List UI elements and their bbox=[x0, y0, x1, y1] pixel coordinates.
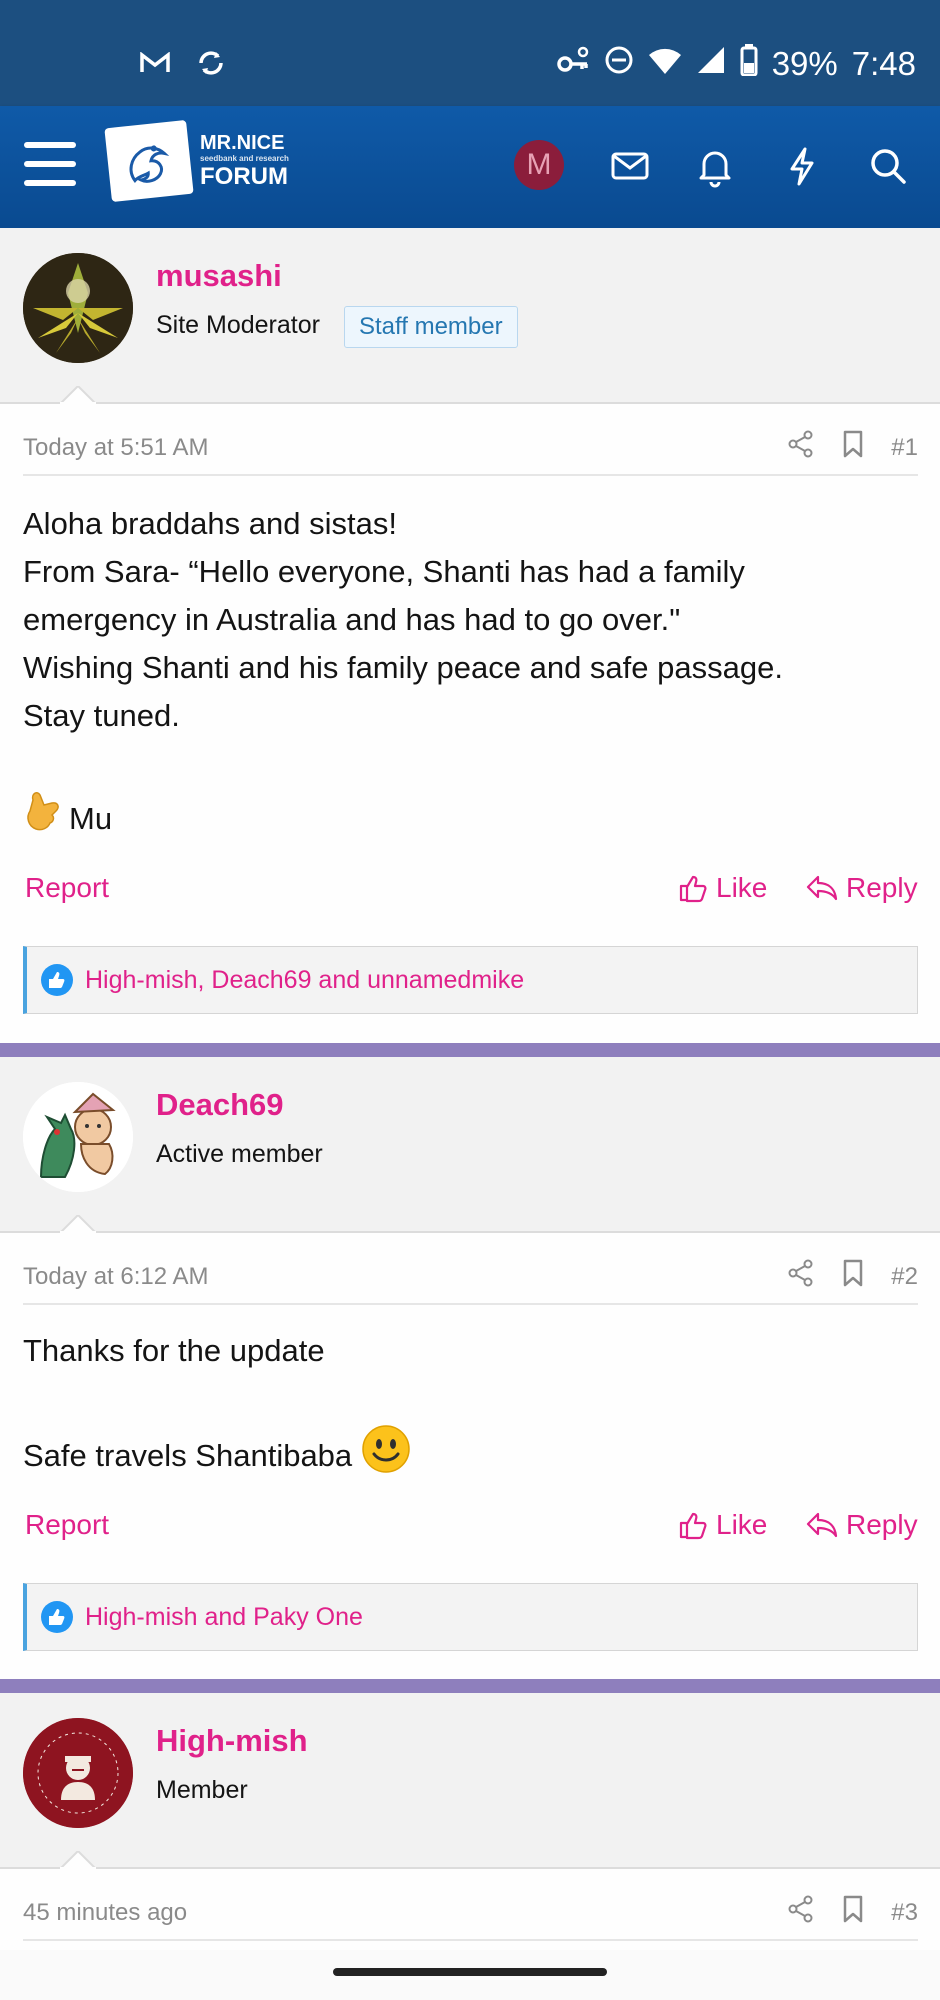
reply-icon bbox=[806, 1512, 838, 1538]
bell-icon[interactable] bbox=[693, 144, 737, 188]
message-line: Thanks for the update bbox=[23, 1333, 325, 1368]
report-link[interactable]: Report bbox=[25, 1509, 109, 1541]
header-pointer bbox=[60, 386, 96, 404]
vpn-key-icon bbox=[556, 45, 590, 83]
logo-mark bbox=[104, 119, 194, 203]
post-separator bbox=[0, 1043, 940, 1057]
forum-logo[interactable]: MR.NICE seedbank and research FORUM bbox=[104, 119, 289, 203]
post-header: High-mish Member bbox=[0, 1693, 940, 1869]
post-body: Today at 6:12 AM #2 Thanks for the updat… bbox=[0, 1233, 940, 1679]
report-link[interactable]: Report bbox=[25, 872, 109, 904]
message-line: From Sara- “Hello everyone, Shanti has h… bbox=[23, 554, 745, 589]
post-username[interactable]: High-mish bbox=[156, 1723, 308, 1759]
avatar[interactable] bbox=[23, 1082, 133, 1192]
reactions-bar[interactable]: High-mish and Paky One bbox=[23, 1583, 918, 1651]
post-separator bbox=[0, 1679, 940, 1693]
battery-icon bbox=[740, 44, 758, 84]
post-username[interactable]: Deach69 bbox=[156, 1087, 284, 1123]
meta-divider bbox=[23, 1939, 918, 1941]
signal-icon bbox=[696, 45, 726, 83]
signature: Mu bbox=[23, 788, 903, 850]
thumbs-up-icon bbox=[679, 1512, 707, 1540]
logo-line2: seedbank and research bbox=[200, 154, 289, 163]
message-line: Stay tuned. bbox=[23, 698, 180, 733]
message-line: emergency in Australia and has had to go… bbox=[23, 602, 681, 637]
thumbs-up-icon bbox=[679, 875, 707, 903]
gmail-icon bbox=[140, 51, 170, 79]
post-message: Thanks for the update bbox=[23, 1327, 903, 1375]
user-role: Active member bbox=[156, 1140, 323, 1168]
app-screen: 39% 7:48 MR.NICE seedbank and research F… bbox=[0, 0, 940, 2000]
reply-label: Reply bbox=[846, 872, 918, 903]
staff-badge: Staff member bbox=[344, 306, 518, 348]
reactions-names[interactable]: High-mish and Paky One bbox=[85, 1603, 363, 1632]
reply-icon bbox=[806, 875, 838, 901]
avatar[interactable] bbox=[23, 253, 133, 363]
bookmark-icon[interactable] bbox=[841, 1895, 865, 1930]
user-role: Member bbox=[156, 1776, 248, 1804]
post-number[interactable]: #3 bbox=[891, 1899, 918, 1927]
status-bar: 39% 7:48 bbox=[0, 0, 940, 106]
clock: 7:48 bbox=[851, 45, 916, 82]
post-header: Deach69 Active member bbox=[0, 1057, 940, 1233]
post-number[interactable]: #1 bbox=[891, 434, 918, 462]
reply-button[interactable]: Reply bbox=[806, 1509, 918, 1541]
search-icon[interactable] bbox=[866, 144, 910, 188]
post-header: musashi Site Moderator Staff member bbox=[0, 228, 940, 404]
message-line: Safe travels Shantibaba bbox=[23, 1438, 353, 1473]
menu-icon[interactable] bbox=[24, 142, 76, 192]
header-pointer bbox=[60, 1851, 96, 1869]
post-message: Safe travels Shantibaba bbox=[23, 1423, 903, 1489]
post-time[interactable]: Today at 5:51 AM bbox=[23, 434, 208, 462]
post-time[interactable]: 45 minutes ago bbox=[23, 1899, 187, 1927]
shaka-emoji-icon bbox=[23, 788, 63, 850]
bookmark-icon[interactable] bbox=[841, 1259, 865, 1294]
signature-text: Mu bbox=[69, 801, 113, 836]
reply-label: Reply bbox=[846, 1509, 918, 1540]
logo-line3: FORUM bbox=[200, 163, 288, 190]
message-line: Aloha braddahs and sistas! bbox=[23, 506, 397, 541]
share-icon[interactable] bbox=[787, 1259, 815, 1294]
lightning-icon[interactable] bbox=[780, 144, 824, 188]
share-icon[interactable] bbox=[787, 430, 815, 465]
like-label: Like bbox=[716, 1509, 768, 1540]
reactions-names[interactable]: High-mish, Deach69 and unnamedmike bbox=[85, 966, 524, 995]
like-reaction-icon bbox=[41, 964, 73, 996]
app-bar: MR.NICE seedbank and research FORUM M bbox=[0, 106, 940, 228]
post-body: Today at 5:51 AM #1 Aloha braddahs and s… bbox=[0, 404, 940, 1044]
meta-divider bbox=[23, 1303, 918, 1305]
message-line: Wishing Shanti and his family peace and … bbox=[23, 650, 783, 685]
post-username[interactable]: musashi bbox=[156, 258, 282, 294]
post-number[interactable]: #2 bbox=[891, 1263, 918, 1291]
like-button[interactable]: Like bbox=[678, 1509, 767, 1541]
like-label: Like bbox=[716, 872, 768, 903]
post-message: Aloha braddahs and sistas! From Sara- “H… bbox=[23, 500, 903, 740]
header-pointer bbox=[60, 1215, 96, 1233]
user-role: Site Moderator bbox=[156, 311, 320, 339]
reply-button[interactable]: Reply bbox=[806, 872, 918, 904]
bookmark-icon[interactable] bbox=[841, 430, 865, 465]
reactions-bar[interactable]: High-mish, Deach69 and unnamedmike bbox=[23, 946, 918, 1014]
inbox-icon[interactable] bbox=[608, 144, 652, 188]
meta-divider bbox=[23, 474, 918, 476]
wifi-icon bbox=[648, 45, 682, 83]
avatar[interactable] bbox=[23, 1718, 133, 1828]
smiley-emoji-icon bbox=[360, 1423, 412, 1489]
like-reaction-icon bbox=[41, 1601, 73, 1633]
logo-line1: MR.NICE bbox=[200, 132, 285, 154]
home-gesture-handle[interactable] bbox=[333, 1968, 607, 1976]
sync-icon bbox=[196, 48, 226, 83]
post-time[interactable]: Today at 6:12 AM bbox=[23, 1263, 208, 1291]
like-button[interactable]: Like bbox=[678, 872, 767, 904]
battery-percent: 39% bbox=[771, 45, 838, 82]
share-icon[interactable] bbox=[787, 1895, 815, 1930]
user-avatar[interactable]: M bbox=[514, 140, 564, 190]
do-not-disturb-icon bbox=[604, 45, 634, 83]
